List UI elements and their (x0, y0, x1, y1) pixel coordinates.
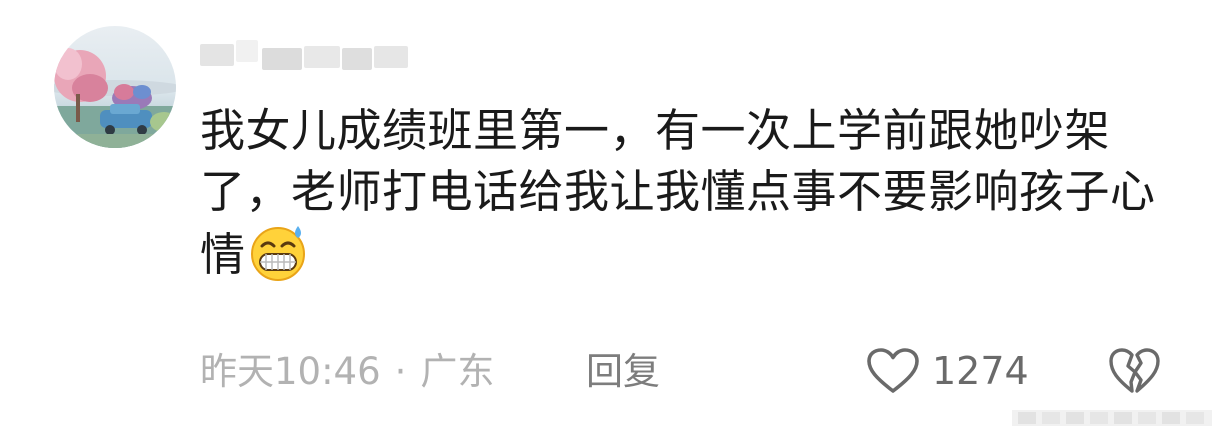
reply-button[interactable]: 回复 (586, 350, 660, 394)
timestamp: 昨天10:46 (200, 350, 381, 393)
like-count: 1274 (932, 349, 1029, 393)
comment-text: 我女儿成绩班里第一，有一次上学前跟她吵架了，老师打电话给我让我懂点事不要影响孩子… (200, 100, 1180, 285)
dislike-button[interactable] (1108, 346, 1160, 396)
location: 广东 (420, 350, 495, 393)
watermark (1012, 406, 1212, 430)
comment-body: 我女儿成绩班里第一，有一次上学前跟她吵架了，老师打电话给我让我懂点事不要影响孩子… (200, 104, 1156, 281)
username-redacted[interactable] (200, 40, 410, 70)
grinning-sweat-emoji (248, 222, 308, 282)
avatar[interactable] (54, 26, 176, 148)
heart-outline-icon (867, 348, 919, 393)
comment-item: 我女儿成绩班里第一，有一次上学前跟她吵架了，老师打电话给我让我懂点事不要影响孩子… (0, 0, 1224, 440)
comment-meta: 昨天10:46 · 广东 (200, 350, 494, 394)
separator-dot: · (394, 350, 407, 393)
like-button[interactable]: 1274 (866, 346, 1029, 396)
avatar-image (54, 26, 176, 148)
broken-heart-icon (1109, 348, 1160, 393)
